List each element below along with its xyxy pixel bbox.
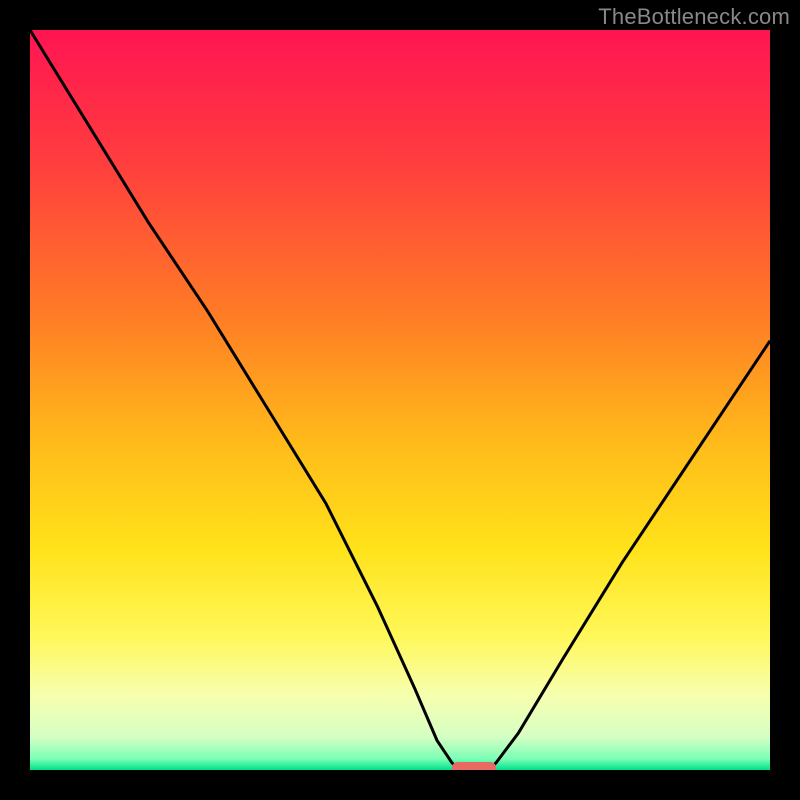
optimal-marker: [452, 762, 496, 770]
chart-frame: TheBottleneck.com: [0, 0, 800, 800]
bottleneck-chart: [30, 30, 770, 770]
plot-area: [30, 30, 770, 770]
watermark-text: TheBottleneck.com: [598, 4, 790, 30]
